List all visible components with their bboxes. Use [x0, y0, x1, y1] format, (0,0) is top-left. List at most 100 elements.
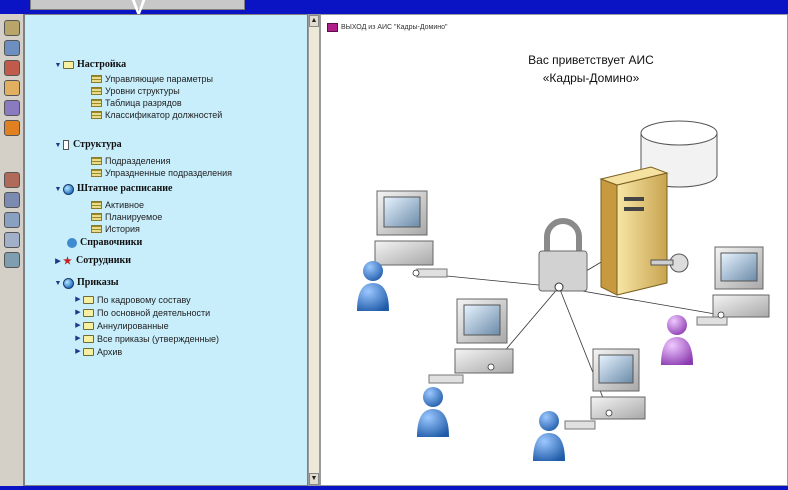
list-icon	[91, 99, 102, 107]
network-diagram	[357, 120, 770, 461]
search-people-icon[interactable]	[4, 212, 20, 228]
tree-item-label: Подразделения	[105, 156, 171, 166]
tree-item-label: Планируемое	[105, 212, 163, 222]
user-icon	[661, 315, 693, 365]
tree-node-staffing[interactable]: ▼ Штатное расписание	[53, 183, 172, 195]
tree-item[interactable]: ▶ Все приказы (утвержденные)	[73, 333, 219, 345]
folder-icon	[63, 61, 74, 69]
user-icon	[357, 261, 389, 311]
collapse-icon[interactable]: ▼	[53, 59, 63, 71]
tree-item[interactable]: ▶ Архив	[73, 346, 122, 358]
tree-item-label: Уровни структуры	[105, 86, 180, 96]
expand-icon[interactable]: ▶	[73, 333, 83, 345]
tree-node-orders[interactable]: ▼ Приказы	[53, 277, 119, 289]
tree-item-label: По кадровому составу	[97, 295, 191, 305]
folder-icon	[83, 296, 94, 304]
tree-item[interactable]: Управляющие параметры	[91, 73, 213, 85]
org-icon[interactable]	[4, 100, 20, 116]
tree-item[interactable]: Уровни структуры	[91, 85, 180, 97]
tree-item-label: Активное	[105, 200, 144, 210]
document-icon[interactable]	[4, 80, 20, 96]
tree-item-label: Управляющие параметры	[105, 74, 213, 84]
main-panel: ВЫХОД из АИС "Кадры-Домино" Вас приветст…	[320, 14, 788, 486]
tree-item[interactable]: ▶ По основной деятельности	[73, 307, 210, 319]
list-icon	[91, 169, 102, 177]
tree-node-employees[interactable]: ▶ ★ Сотрудники	[53, 255, 131, 267]
title-glyph: у	[130, 0, 147, 14]
tree-item[interactable]: Таблица разрядов	[91, 97, 182, 109]
tree-item[interactable]: Подразделения	[91, 155, 170, 167]
tree-item-label: Упраздненные подразделения	[105, 168, 233, 178]
report-icon[interactable]	[4, 252, 20, 268]
tree-item-label: Аннулированные	[97, 321, 169, 331]
workstation-icon	[374, 190, 448, 278]
list-icon	[91, 87, 102, 95]
list-icon	[91, 213, 102, 221]
list-icon	[91, 201, 102, 209]
staff-card-icon[interactable]	[4, 40, 20, 56]
person-icon: ★	[63, 255, 72, 267]
tree-item[interactable]: Упраздненные подразделения	[91, 167, 232, 179]
binoculars-icon[interactable]	[4, 20, 20, 36]
expand-icon[interactable]: ▶	[73, 320, 83, 332]
server-icon	[599, 166, 669, 296]
expand-icon[interactable]: ▶	[73, 294, 83, 306]
left-toolbar	[0, 14, 24, 490]
folder-icon	[83, 309, 94, 317]
tree-node-label: Структура	[73, 139, 122, 150]
tree-node-references[interactable]: Справочники	[67, 237, 142, 249]
tree-item-label: История	[105, 224, 140, 234]
tree-item[interactable]: Классификатор должностей	[91, 109, 222, 121]
expand-icon[interactable]: ▶	[73, 346, 83, 358]
globe-icon	[63, 183, 74, 195]
expand-icon[interactable]: ▶	[73, 307, 83, 319]
tree-item[interactable]: Планируемое	[91, 211, 162, 223]
padlock-icon	[538, 218, 588, 292]
scroll-down-icon[interactable]: ▼	[309, 473, 319, 485]
globe-icon	[63, 277, 74, 289]
title-strip: у	[0, 0, 788, 14]
workstation-icon	[564, 348, 646, 430]
bottom-strip	[0, 486, 788, 490]
folder-card-icon[interactable]	[4, 60, 20, 76]
tree-item[interactable]: Активное	[91, 199, 144, 211]
expand-icon[interactable]: ▶	[53, 255, 63, 267]
tree-node-label: Справочники	[80, 237, 143, 248]
people-icon[interactable]	[4, 172, 20, 188]
tree-node-structure[interactable]: ▼ Структура	[53, 139, 122, 151]
navigation-tree: ▼ Настройка Управляющие параметры Уровни…	[24, 14, 308, 486]
tree-item-label: Классификатор должностей	[105, 110, 223, 120]
chart-people-icon[interactable]	[4, 232, 20, 248]
tree-node-settings[interactable]: ▼ Настройка	[53, 59, 127, 71]
workstation-icon	[696, 246, 770, 326]
folder-icon	[83, 348, 94, 356]
list-icon	[91, 157, 102, 165]
tree-item[interactable]: История	[91, 223, 140, 235]
tree-item-label: Архив	[97, 347, 123, 357]
scroll-up-icon[interactable]: ▲	[309, 15, 319, 27]
references-icon	[67, 238, 77, 248]
collapse-icon[interactable]: ▼	[53, 277, 63, 289]
tree-node-label: Штатное расписание	[77, 183, 173, 194]
tree-item-label: Таблица разрядов	[105, 98, 182, 108]
folder-icon	[83, 335, 94, 343]
tree-item-label: Все приказы (утвержденные)	[97, 334, 220, 344]
list-icon	[91, 111, 102, 119]
list-icon	[91, 75, 102, 83]
collapse-icon[interactable]: ▼	[53, 139, 63, 151]
user-icon	[533, 411, 565, 461]
structure-icon	[63, 140, 69, 150]
settings-people-icon[interactable]	[4, 192, 20, 208]
collapse-icon[interactable]: ▼	[53, 183, 63, 195]
workstation-icon	[428, 298, 514, 384]
globe-icon[interactable]	[4, 120, 20, 136]
tree-node-label: Сотрудники	[76, 255, 132, 266]
vertical-scrollbar[interactable]: ▲ ▼	[308, 14, 320, 486]
tree-item[interactable]: ▶ Аннулированные	[73, 320, 169, 332]
tree-item-label: По основной деятельности	[97, 308, 211, 318]
user-icon	[417, 387, 449, 437]
tree-node-label: Настройка	[77, 59, 127, 70]
tree-node-label: Приказы	[77, 277, 119, 288]
tree-item[interactable]: ▶ По кадровому составу	[73, 294, 191, 306]
list-icon	[91, 225, 102, 233]
